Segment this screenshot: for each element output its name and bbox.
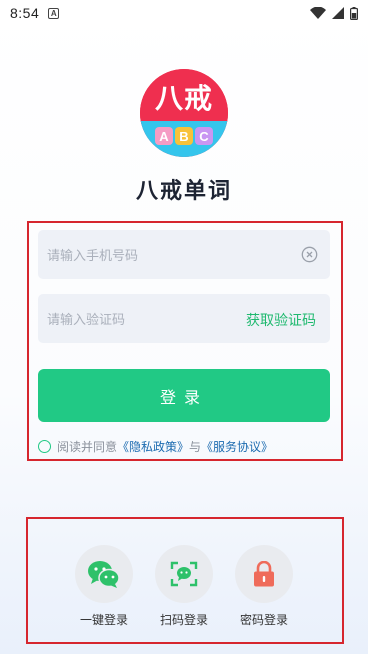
wifi-icon [310, 7, 326, 19]
notification-icon: A [48, 7, 60, 19]
status-time: 8:54 [10, 5, 40, 21]
code-input-placeholder: 请输入验证码 [47, 313, 126, 328]
one-click-login-button[interactable]: 一键登录 [74, 545, 134, 628]
wechat-icon [88, 561, 120, 588]
one-click-login-circle[interactable] [75, 545, 133, 603]
scan-login-label: 扫码登录 [159, 613, 208, 627]
password-login-label: 密码登录 [239, 613, 288, 627]
agree-radio[interactable] [38, 439, 51, 453]
one-click-login-label: 一键登录 [79, 613, 128, 627]
logo-letter-b: B [175, 127, 193, 145]
status-icons [310, 6, 358, 20]
app-name: 八戒单词 [135, 179, 232, 204]
login-button[interactable]: 登录 [38, 369, 330, 422]
lock-icon [254, 561, 274, 587]
phone-input-placeholder: 请输入手机号码 [47, 249, 139, 264]
password-login-button[interactable]: 密码登录 [234, 545, 294, 628]
scan-login-button[interactable]: 扫码登录 [154, 545, 214, 628]
privacy-policy-link[interactable]: 《隐私政策》 [117, 438, 189, 455]
scan-login-circle[interactable] [155, 545, 213, 603]
agreement-prefix: 阅读并同意 [57, 439, 118, 454]
app-logo: 八戒 A B C [140, 69, 228, 157]
battery-icon [350, 6, 358, 20]
logo-title: 八戒 [140, 69, 228, 125]
password-login-circle[interactable] [235, 545, 293, 603]
logo-letters: A B C [140, 121, 228, 157]
logo-letter-a: A [155, 127, 173, 145]
logo-letter-c: C [195, 127, 213, 145]
phone-input[interactable]: 请输入手机号码 [38, 230, 330, 279]
service-agreement-link[interactable]: 《服务协议》 [201, 438, 273, 455]
agreement-and: 与 [189, 439, 202, 454]
status-bar: 8:54 A [0, 0, 368, 26]
scan-icon [170, 561, 198, 587]
signal-icon [332, 7, 344, 19]
get-code-button[interactable]: 获取验证码 [246, 310, 316, 330]
agreement-row: 阅读并同意 《隐私政策》 与 《服务协议》 [38, 437, 273, 455]
code-input[interactable]: 请输入验证码 获取验证码 [38, 294, 330, 343]
clear-icon[interactable] [301, 246, 318, 263]
